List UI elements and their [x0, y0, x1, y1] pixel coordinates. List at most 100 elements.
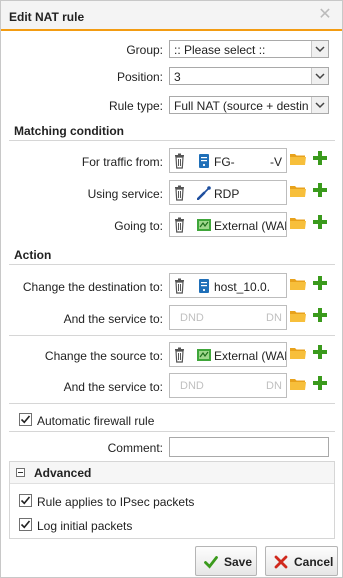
folder-icon[interactable]	[290, 152, 306, 166]
using-service-object-name: RDP	[214, 187, 240, 201]
destination-service-object[interactable]: DND DN	[169, 305, 287, 330]
folder-icon[interactable]	[290, 377, 306, 391]
group-select[interactable]: :: Please select ::	[169, 40, 329, 58]
group-select-value: :: Please select ::	[174, 43, 266, 57]
section-divider	[9, 335, 335, 336]
chevron-down-icon	[311, 97, 328, 113]
section-divider	[9, 431, 335, 432]
save-button-label: Save	[224, 555, 253, 569]
ipsec-label: Rule applies to IPsec packets	[37, 495, 195, 509]
host-icon	[199, 154, 209, 168]
checkmark-icon	[20, 496, 31, 505]
comment-input[interactable]	[169, 437, 329, 457]
folder-icon[interactable]	[290, 216, 306, 230]
going-to-label: Going to:	[114, 219, 163, 233]
change-source-label: Change the source to:	[44, 349, 163, 363]
using-service-row: Using service: RDP	[1, 180, 342, 206]
trash-icon[interactable]	[174, 217, 185, 233]
traffic-from-row: For traffic from: FG- -V	[1, 148, 342, 174]
folder-icon[interactable]	[290, 277, 306, 291]
source-service-placeholder-right: DN	[266, 380, 282, 392]
ipsec-checkbox[interactable]	[19, 494, 32, 507]
cancel-button-label: Cancel	[294, 555, 334, 569]
auto-firewall-checkbox[interactable]	[19, 413, 32, 426]
rule-type-select-value: Full NAT (source + destin	[174, 99, 309, 113]
section-divider	[9, 264, 335, 265]
traffic-from-object-name: FG-	[214, 155, 235, 169]
going-to-object-name: External (WAN	[214, 219, 287, 233]
rule-type-row: Rule type: Full NAT (source + destin	[1, 94, 342, 118]
traffic-from-object-suffix: -V	[270, 155, 282, 169]
cross-icon	[274, 555, 288, 569]
auto-firewall-label: Automatic firewall rule	[37, 414, 155, 428]
log-initial-label: Log initial packets	[37, 519, 133, 533]
host-icon	[199, 279, 209, 293]
log-initial-checkbox[interactable]	[19, 518, 32, 531]
matching-condition-heading: Matching condition	[14, 124, 124, 138]
group-row: Group: :: Please select ::	[1, 38, 342, 62]
destination-service-label: And the service to:	[63, 312, 163, 326]
comment-label: Comment:	[107, 441, 163, 455]
source-service-placeholder: DND	[180, 380, 204, 392]
trash-icon[interactable]	[174, 347, 185, 363]
folder-icon[interactable]	[290, 309, 306, 323]
add-icon[interactable]	[313, 183, 327, 197]
change-destination-object[interactable]: host_10.0.	[169, 273, 287, 298]
add-icon[interactable]	[313, 376, 327, 390]
action-heading: Action	[14, 248, 52, 262]
traffic-from-object[interactable]: FG- -V	[169, 148, 287, 173]
add-icon[interactable]	[313, 276, 327, 290]
destination-service-row: And the service to: DND DN	[1, 305, 342, 331]
change-destination-row: Change the destination to: host_10.0.	[1, 273, 342, 299]
change-destination-object-name: host_10.0.	[214, 280, 271, 294]
using-service-label: Using service:	[87, 187, 163, 201]
rule-type-label: Rule type:	[108, 99, 163, 113]
add-icon[interactable]	[313, 151, 327, 165]
rule-type-select[interactable]: Full NAT (source + destin	[169, 96, 329, 114]
destination-service-placeholder: DND	[180, 312, 204, 324]
trash-icon[interactable]	[174, 185, 185, 201]
position-row: Position: 3	[1, 65, 342, 89]
edit-nat-rule-dialog: Edit NAT rule ✕ Group: :: Please select …	[0, 0, 343, 578]
network-icon	[197, 349, 211, 361]
advanced-header[interactable]: Advanced	[10, 462, 334, 484]
going-to-row: Going to: External (WAN	[1, 212, 342, 238]
source-service-label: And the service to:	[63, 380, 163, 394]
trash-icon[interactable]	[174, 153, 185, 169]
dialog-footer: Save Cancel	[1, 541, 342, 577]
change-source-object-name: External (WAN	[214, 349, 287, 363]
dialog-title: Edit NAT rule	[9, 10, 85, 24]
checkmark-icon	[20, 415, 31, 424]
advanced-section: Advanced Rule applies to IPsec packets L…	[9, 461, 335, 539]
change-source-row: Change the source to: External (WAN	[1, 342, 342, 368]
position-select[interactable]: 3	[169, 67, 329, 85]
chevron-down-icon	[311, 68, 328, 84]
position-label: Position:	[116, 70, 163, 84]
going-to-object[interactable]: External (WAN	[169, 212, 287, 237]
source-service-row: And the service to: DND DN	[1, 373, 342, 399]
add-icon[interactable]	[313, 345, 327, 359]
traffic-from-label: For traffic from:	[81, 155, 163, 169]
folder-icon[interactable]	[290, 346, 306, 360]
source-service-object[interactable]: DND DN	[169, 373, 287, 398]
add-icon[interactable]	[313, 308, 327, 322]
dialog-titlebar: Edit NAT rule ✕	[1, 1, 342, 31]
network-icon	[197, 219, 211, 231]
section-divider	[9, 140, 335, 141]
service-icon	[197, 186, 211, 200]
using-service-object[interactable]: RDP	[169, 180, 287, 205]
folder-icon[interactable]	[290, 184, 306, 198]
checkmark-icon	[20, 520, 31, 529]
destination-service-placeholder-right: DN	[266, 312, 282, 324]
save-button[interactable]: Save	[195, 546, 257, 576]
close-icon[interactable]: ✕	[318, 7, 332, 23]
chevron-down-icon	[311, 41, 328, 57]
add-icon[interactable]	[313, 215, 327, 229]
change-destination-label: Change the destination to:	[22, 280, 163, 294]
section-divider	[9, 403, 335, 404]
collapse-icon[interactable]	[16, 468, 25, 477]
change-source-object[interactable]: External (WAN	[169, 342, 287, 367]
trash-icon[interactable]	[174, 278, 185, 294]
cancel-button[interactable]: Cancel	[265, 546, 338, 576]
position-select-value: 3	[174, 70, 181, 84]
